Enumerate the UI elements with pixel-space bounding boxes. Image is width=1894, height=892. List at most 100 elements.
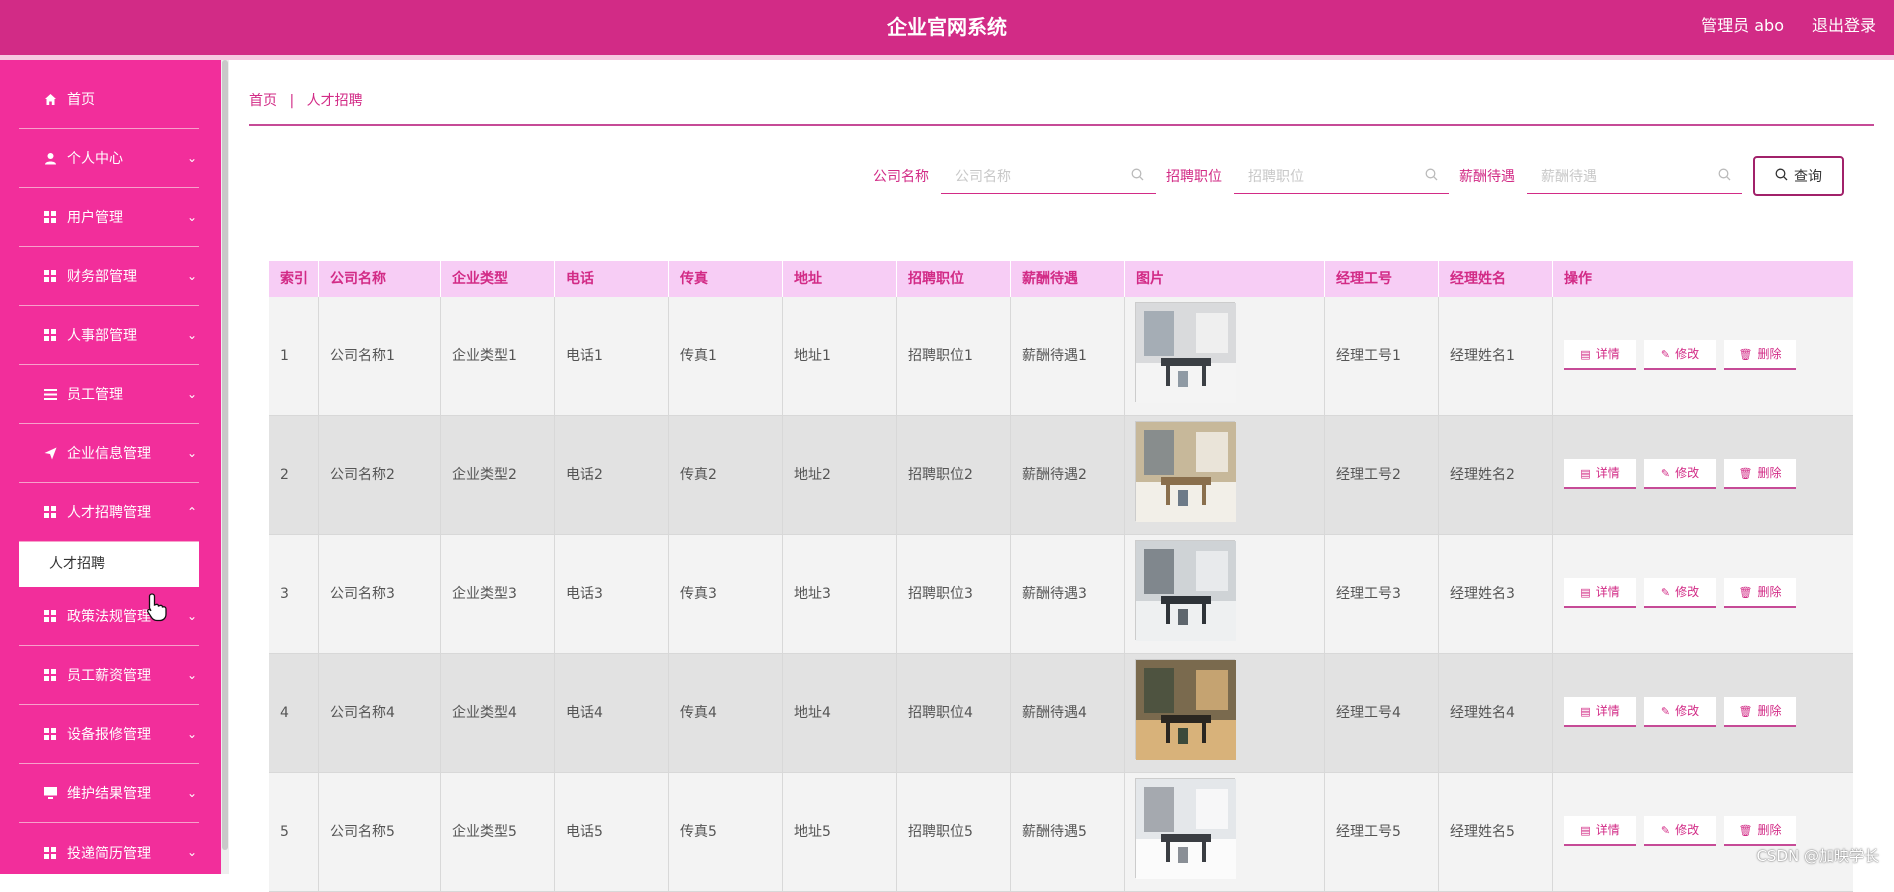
cell-actions: ▤ 详情 ✎ 修改 🗑 删除	[1553, 654, 1853, 773]
cell-phone: 电话3	[555, 535, 669, 654]
detail-button-label: 详情	[1595, 703, 1620, 718]
sidebar-item-user-management[interactable]: 用户管理 ⌄	[19, 188, 199, 247]
trash-icon: 🗑	[1738, 585, 1753, 599]
cell-phone: 电话2	[555, 416, 669, 535]
sidebar-scrollbar[interactable]	[221, 60, 229, 874]
sidebar-item-repair-management[interactable]: 设备报修管理 ⌄	[19, 705, 199, 764]
logout-link[interactable]: 退出登录	[1812, 0, 1876, 52]
chevron-up-icon: ⌃	[186, 505, 197, 519]
sidebar-item-recruitment-management[interactable]: 人才招聘管理 ⌃	[19, 483, 199, 542]
sidebar-item-resume-management[interactable]: 投递简历管理 ⌄	[19, 823, 199, 882]
grid-icon	[43, 210, 57, 224]
office-photo-thumbnail[interactable]	[1135, 540, 1236, 641]
cell-index: 2	[269, 416, 319, 535]
cell-actions: ▤ 详情 ✎ 修改 🗑 删除	[1553, 416, 1853, 535]
position-search-input[interactable]	[1234, 160, 1449, 194]
pencil-icon: ✎	[1660, 347, 1671, 361]
sidebar-item-personal-center[interactable]: 个人中心 ⌄	[19, 129, 199, 188]
column-header-address[interactable]: 地址	[783, 261, 897, 297]
pencil-icon: ✎	[1660, 704, 1671, 718]
grid-icon	[43, 269, 57, 283]
search-icon	[1718, 168, 1731, 185]
column-header-company[interactable]: 公司名称	[319, 261, 441, 297]
column-header-fax[interactable]: 传真	[669, 261, 783, 297]
detail-button-label: 详情	[1595, 346, 1620, 361]
cell-salary: 薪酬待遇3	[1011, 535, 1125, 654]
top-bar: 企业官网系统 管理员 abo 退出登录	[0, 0, 1894, 55]
cell-fax: 传真4	[669, 654, 783, 773]
top-bar-divider	[0, 55, 1894, 60]
column-header-manager-id[interactable]: 经理工号	[1325, 261, 1439, 297]
column-header-type[interactable]: 企业类型	[441, 261, 555, 297]
edit-button[interactable]: ✎ 修改	[1644, 697, 1716, 727]
trash-icon: 🗑	[1738, 466, 1753, 480]
cell-position: 招聘职位1	[897, 297, 1011, 416]
company-search-label: 公司名称	[873, 169, 929, 185]
cell-manager-id: 经理工号2	[1325, 416, 1439, 535]
column-header-manager-name[interactable]: 经理姓名	[1439, 261, 1553, 297]
chevron-down-icon: ⌄	[186, 446, 197, 460]
sidebar-item-label: 人才招聘管理	[67, 505, 151, 521]
search-icon	[1775, 168, 1788, 185]
cell-image	[1125, 773, 1325, 892]
salary-search-input[interactable]	[1527, 160, 1742, 194]
edit-button[interactable]: ✎ 修改	[1644, 340, 1716, 370]
pencil-icon: ✎	[1660, 585, 1671, 599]
detail-button[interactable]: ▤ 详情	[1564, 697, 1636, 727]
cell-index: 1	[269, 297, 319, 416]
office-photo-thumbnail[interactable]	[1135, 302, 1236, 403]
cell-position: 招聘职位5	[897, 773, 1011, 892]
query-button[interactable]: 查询	[1753, 156, 1844, 196]
sidebar-subitem-recruitment[interactable]: 人才招聘	[19, 542, 199, 587]
detail-button[interactable]: ▤ 详情	[1564, 340, 1636, 370]
office-photo-thumbnail[interactable]	[1135, 659, 1236, 760]
grid-icon	[43, 328, 57, 342]
sidebar-item-hr-management[interactable]: 人事部管理 ⌄	[19, 306, 199, 365]
delete-button[interactable]: 🗑 删除	[1724, 340, 1796, 370]
cell-manager-name: 经理姓名4	[1439, 654, 1553, 773]
chevron-down-icon: ⌄	[186, 609, 197, 623]
cell-manager-id: 经理工号3	[1325, 535, 1439, 654]
delete-button[interactable]: 🗑 删除	[1724, 578, 1796, 608]
sidebar-item-maintenance-result-management[interactable]: 维护结果管理 ⌄	[19, 764, 199, 823]
edit-button[interactable]: ✎ 修改	[1644, 578, 1716, 608]
sidebar-item-employee-management[interactable]: 员工管理 ⌄	[19, 365, 199, 424]
cell-salary: 薪酬待遇4	[1011, 654, 1125, 773]
sidebar-item-home[interactable]: 首页	[19, 70, 199, 129]
cell-actions: ▤ 详情 ✎ 修改 🗑 删除	[1553, 297, 1853, 416]
scrollbar-thumb[interactable]	[222, 60, 228, 850]
edit-button[interactable]: ✎ 修改	[1644, 459, 1716, 489]
user-icon	[43, 151, 57, 165]
edit-button[interactable]: ✎ 修改	[1644, 816, 1716, 846]
office-photo-thumbnail[interactable]	[1135, 778, 1236, 879]
column-header-phone[interactable]: 电话	[555, 261, 669, 297]
sidebar-item-finance-management[interactable]: 财务部管理 ⌄	[19, 247, 199, 306]
delete-button[interactable]: 🗑 删除	[1724, 816, 1796, 846]
sidebar-item-salary-management[interactable]: 员工薪资管理 ⌄	[19, 646, 199, 705]
detail-button[interactable]: ▤ 详情	[1564, 459, 1636, 489]
column-header-position[interactable]: 招聘职位	[897, 261, 1011, 297]
sidebar-item-policy-management[interactable]: 政策法规管理 ⌄	[19, 587, 199, 646]
cell-company: 公司名称4	[319, 654, 441, 773]
column-header-salary[interactable]: 薪酬待遇	[1011, 261, 1125, 297]
breadcrumb-home[interactable]: 首页	[249, 93, 277, 109]
delete-button[interactable]: 🗑 删除	[1724, 459, 1796, 489]
cell-image	[1125, 416, 1325, 535]
delete-button[interactable]: 🗑 删除	[1724, 697, 1796, 727]
monitor-icon	[43, 786, 57, 800]
office-photo-thumbnail[interactable]	[1135, 421, 1236, 522]
document-icon: ▤	[1580, 585, 1591, 599]
cell-company: 公司名称5	[319, 773, 441, 892]
column-header-image[interactable]: 图片	[1125, 261, 1325, 297]
sidebar-item-company-info-management[interactable]: 企业信息管理 ⌄	[19, 424, 199, 483]
edit-button-label: 修改	[1675, 346, 1700, 361]
chevron-down-icon: ⌄	[186, 328, 197, 342]
detail-button[interactable]: ▤ 详情	[1564, 578, 1636, 608]
detail-button[interactable]: ▤ 详情	[1564, 816, 1636, 846]
company-search-input[interactable]	[941, 160, 1156, 194]
sidebar-item-label: 设备报修管理	[67, 727, 151, 743]
cell-fax: 传真3	[669, 535, 783, 654]
cell-address: 地址5	[783, 773, 897, 892]
column-header-index[interactable]: 索引	[269, 261, 319, 297]
cell-index: 3	[269, 535, 319, 654]
